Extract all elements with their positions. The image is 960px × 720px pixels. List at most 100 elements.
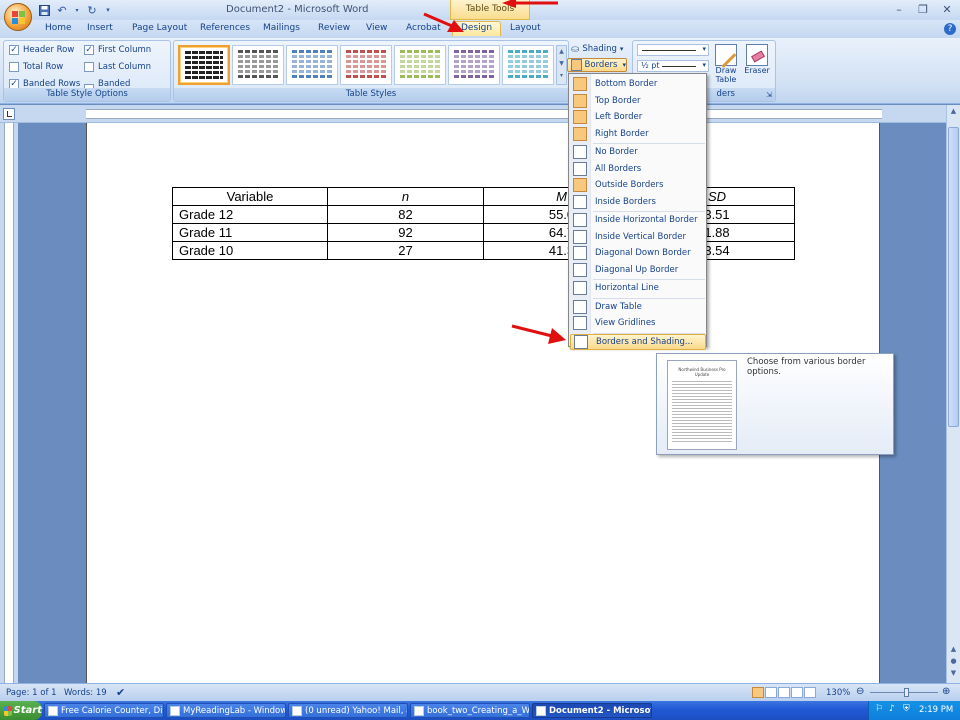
tab-home[interactable]: Home xyxy=(45,23,72,33)
menu-item-top-border[interactable]: Top Border xyxy=(570,93,706,109)
menu-item-borders-and-shading[interactable]: Borders and Shading... xyxy=(570,333,706,350)
gallery-scroll[interactable]: ▲ ▼ ▾ xyxy=(556,45,567,85)
taskbar-item[interactable]: MyReadingLab - Windows... xyxy=(166,703,286,718)
table-style-thumbnail[interactable] xyxy=(502,45,554,85)
taskbar-item[interactable]: book_two_Creating_a_W... xyxy=(410,703,530,718)
restore-icon[interactable]: ❐ xyxy=(912,2,934,17)
tray-network-icon[interactable]: ⚐ xyxy=(875,704,883,714)
table-header-cell[interactable]: Variable xyxy=(172,187,328,206)
tab-review[interactable]: Review xyxy=(318,23,350,33)
taskbar-item[interactable]: Free Calorie Counter, Die... xyxy=(44,703,164,718)
undo-icon[interactable]: ↶ xyxy=(56,4,68,17)
menu-item-diagonal-up-border[interactable]: Diagonal Up Border xyxy=(570,262,706,278)
borders-button[interactable]: Borders ▾ xyxy=(567,58,627,72)
dialog-launcher-icon[interactable]: ⇲ xyxy=(766,91,772,99)
page-count[interactable]: Page: 1 of 1 xyxy=(6,688,57,698)
style-preview-line xyxy=(400,75,440,78)
table-cell[interactable]: Grade 10 xyxy=(172,241,328,260)
office-button[interactable] xyxy=(4,3,32,31)
outline-icon[interactable] xyxy=(791,687,803,698)
line-weight-select[interactable]: ½ pt ▾ xyxy=(637,60,709,72)
minimize-icon[interactable]: – xyxy=(888,2,910,17)
table-cell[interactable]: 27 xyxy=(327,241,484,260)
save-icon[interactable] xyxy=(38,4,50,16)
menu-item-left-border[interactable]: Left Border xyxy=(570,109,706,125)
next-page-icon[interactable]: ▼ xyxy=(948,669,959,680)
table-style-thumbnail[interactable] xyxy=(394,45,446,85)
taskbar-item[interactable]: (0 unread) Yahoo! Mail, a... xyxy=(288,703,408,718)
zoom-level[interactable]: 130% xyxy=(826,688,850,698)
help-icon[interactable]: ? xyxy=(944,23,956,35)
menu-item-inside-horizontal-border[interactable]: Inside Horizontal Border xyxy=(570,212,706,228)
menu-item-inside-vertical-border[interactable]: Inside Vertical Border xyxy=(570,229,706,245)
style-preview-line xyxy=(185,71,223,74)
table-header-cell[interactable]: n xyxy=(327,187,484,206)
table-style-thumbnail[interactable] xyxy=(448,45,500,85)
menu-item-outside-borders[interactable]: Outside Borders xyxy=(570,177,706,193)
chevron-down-icon: ▾ xyxy=(622,61,626,69)
full-screen-reading-icon[interactable] xyxy=(765,687,777,698)
header-row-checkbox[interactable]: ✓ Header Row xyxy=(9,45,74,55)
taskbar-item-active[interactable]: Document2 - Microsof... xyxy=(532,703,652,718)
table-cell[interactable]: Grade 11 xyxy=(172,223,328,242)
prev-page-icon[interactable]: ▲ xyxy=(948,645,959,656)
menu-item-diagonal-down-border[interactable]: Diagonal Down Border xyxy=(570,245,706,261)
eraser-button[interactable]: Eraser xyxy=(743,44,771,88)
menu-item-inside-borders[interactable]: Inside Borders xyxy=(570,194,706,210)
proofing-icon[interactable]: ✔ xyxy=(116,686,125,699)
table-style-thumbnail[interactable] xyxy=(178,45,230,85)
tab-references[interactable]: References xyxy=(200,23,250,33)
zoom-in-icon[interactable]: ⊕ xyxy=(942,686,950,697)
draw-table-button[interactable]: Draw Table xyxy=(713,44,739,88)
print-layout-icon[interactable] xyxy=(752,687,764,698)
table-cell[interactable]: 82 xyxy=(327,205,484,224)
menu-item-horizontal-line[interactable]: Horizontal Line xyxy=(570,280,706,296)
menu-item-all-borders[interactable]: All Borders xyxy=(570,161,706,177)
redo-icon[interactable]: ↻ xyxy=(86,4,98,17)
shading-button[interactable]: ⛀ Shading ▾ xyxy=(571,42,623,56)
vertical-scrollbar[interactable]: ▲ ▲ ● ▼ xyxy=(946,105,960,683)
menu-item-view-gridlines[interactable]: View Gridlines xyxy=(570,315,706,331)
menu-item-bottom-border[interactable]: Bottom Border xyxy=(570,76,706,92)
zoom-slider[interactable] xyxy=(870,688,938,697)
table-cell[interactable]: 92 xyxy=(327,223,484,242)
total-row-checkbox[interactable]: Total Row xyxy=(9,62,63,72)
tab-page-layout[interactable]: Page Layout xyxy=(132,23,187,33)
tab-layout[interactable]: Layout xyxy=(510,23,541,33)
zoom-out-icon[interactable]: ⊖ xyxy=(856,686,864,697)
clock[interactable]: 2:19 PM xyxy=(919,705,953,715)
scrollbar-thumb[interactable] xyxy=(948,127,959,427)
table-style-thumbnail[interactable] xyxy=(286,45,338,85)
table-style-thumbnail[interactable] xyxy=(340,45,392,85)
last-column-checkbox[interactable]: Last Column xyxy=(84,62,151,72)
start-button[interactable]: Start xyxy=(0,701,42,720)
tooltip: Northwind Business Pro Update Choose fro… xyxy=(656,353,894,455)
menu-item-draw-table[interactable]: Draw Table xyxy=(570,299,706,315)
diagonal-up-border-icon xyxy=(573,262,587,277)
close-icon[interactable]: ✕ xyxy=(936,2,958,17)
line-style-select[interactable]: ▾ xyxy=(637,44,709,56)
tab-view[interactable]: View xyxy=(366,23,387,33)
vertical-ruler[interactable] xyxy=(0,123,18,683)
web-layout-icon[interactable] xyxy=(778,687,790,698)
draft-icon[interactable] xyxy=(804,687,816,698)
table-style-thumbnail[interactable] xyxy=(232,45,284,85)
tab-selector-icon[interactable] xyxy=(3,108,15,120)
first-column-checkbox[interactable]: ✓ First Column xyxy=(84,45,151,55)
scroll-up-icon[interactable]: ▲ xyxy=(948,107,959,118)
tab-insert[interactable]: Insert xyxy=(87,23,113,33)
menu-item-right-border[interactable]: Right Border xyxy=(570,126,706,142)
horizontal-ruler[interactable] xyxy=(0,105,960,123)
tray-volume-icon[interactable]: ♪ xyxy=(889,704,895,714)
eraser-icon xyxy=(746,44,768,66)
select-browse-object-icon[interactable]: ● xyxy=(948,657,959,668)
tab-mailings[interactable]: Mailings xyxy=(263,23,300,33)
style-preview-line xyxy=(508,50,548,53)
menu-item-no-border[interactable]: No Border xyxy=(570,144,706,160)
zoom-slider-thumb[interactable] xyxy=(904,688,909,697)
dropdown-arrow-icon[interactable]: ▾ xyxy=(74,4,80,16)
word-count[interactable]: Words: 19 xyxy=(64,688,107,698)
customize-qat-icon[interactable]: ▾ xyxy=(104,4,112,16)
tray-security-icon[interactable]: ⛨ xyxy=(903,704,910,714)
table-cell[interactable]: Grade 12 xyxy=(172,205,328,224)
